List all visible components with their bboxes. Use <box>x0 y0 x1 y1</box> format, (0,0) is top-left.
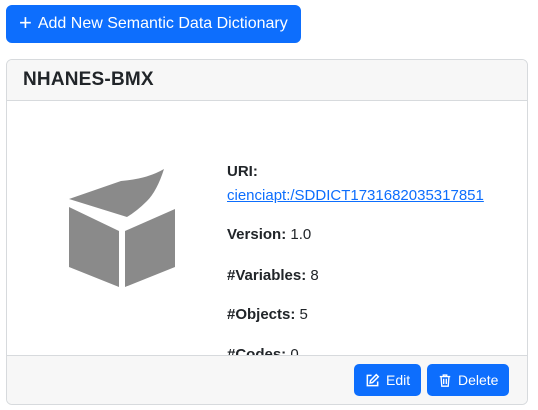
edit-button[interactable]: Edit <box>354 364 422 396</box>
card-title: NHANES-BMX <box>23 69 154 90</box>
objects-value: 5 <box>299 306 308 323</box>
trash-icon <box>439 373 451 387</box>
variables-value: 8 <box>310 267 319 284</box>
uri-label: URI: <box>227 163 258 180</box>
card-footer: Edit Delete <box>7 355 527 404</box>
version-value: 1.0 <box>290 226 312 243</box>
sdd-card: NHANES-BMX URI: cienciapt:/SDDICT1731682… <box>6 59 528 405</box>
cube-icon <box>69 169 175 287</box>
card-header: NHANES-BMX <box>7 60 527 101</box>
delete-label: Delete <box>458 372 499 388</box>
edit-label: Edit <box>386 372 411 388</box>
objects-label: #Objects: <box>227 306 296 323</box>
delete-button[interactable]: Delete <box>427 364 510 396</box>
add-sdd-button[interactable]: + Add New Semantic Data Dictionary <box>6 5 301 43</box>
add-sdd-label: Add New Semantic Data Dictionary <box>37 15 288 32</box>
plus-icon: + <box>19 10 32 35</box>
version-label: Version: <box>227 226 287 243</box>
uri-link[interactable]: cienciapt:/SDDICT1731682035317851 <box>227 187 484 204</box>
card-body: URI: cienciapt:/SDDICT1731682035317851 V… <box>7 101 527 363</box>
variables-label: #Variables: <box>227 267 307 284</box>
edit-icon <box>366 373 380 386</box>
